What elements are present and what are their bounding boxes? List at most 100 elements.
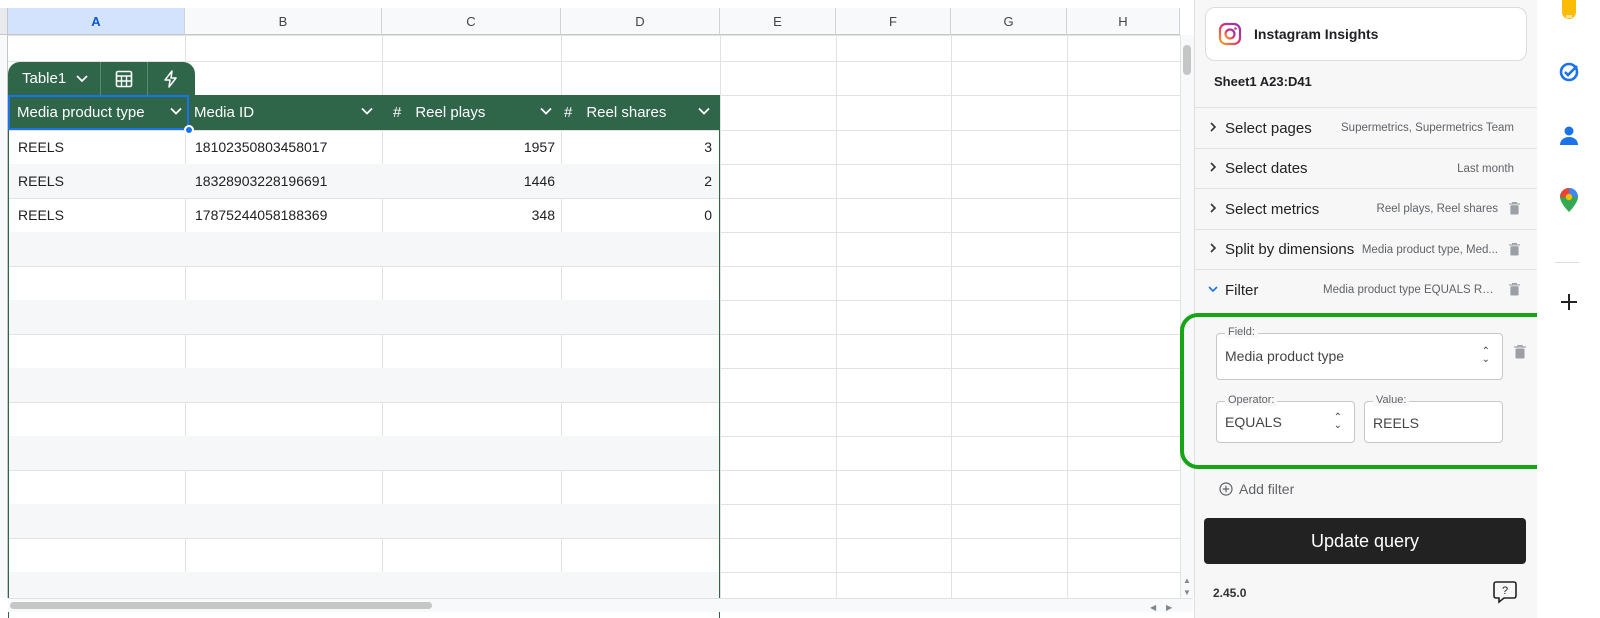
column-header-e[interactable]: E <box>720 8 836 35</box>
add-circle-icon <box>1219 482 1233 496</box>
value-caption: Value: <box>1373 394 1410 406</box>
table-row[interactable] <box>9 402 719 436</box>
table-chip[interactable]: Table1 <box>8 62 195 95</box>
section-value: Media product type EQUALS REELS <box>1323 284 1498 296</box>
column-header-g[interactable]: G <box>951 8 1067 35</box>
value-text: REELS <box>1373 415 1419 431</box>
selection-handle[interactable] <box>184 125 194 135</box>
header-media-id[interactable]: Media ID <box>194 95 383 130</box>
field-caption: Field: <box>1225 326 1258 338</box>
chevron-down-icon[interactable] <box>361 105 373 117</box>
table-row[interactable] <box>9 368 719 402</box>
table-row[interactable] <box>9 232 719 266</box>
table-row[interactable] <box>9 334 719 368</box>
column-label: E <box>773 13 782 29</box>
table-row[interactable] <box>9 470 719 504</box>
table-cell[interactable]: 1446 <box>394 164 555 198</box>
query-section-select-dates[interactable]: Select dates Last month <box>1195 147 1538 189</box>
trash-icon[interactable] <box>1509 242 1520 261</box>
chevron-down-icon[interactable] <box>540 105 552 117</box>
operator-select[interactable]: Operator: EQUALS ⌃ ⌄ <box>1216 394 1355 443</box>
column-header-c[interactable]: C <box>382 8 561 35</box>
tasks-icon[interactable] <box>1558 61 1580 83</box>
spinner-icon: ⌃ ⌄ <box>1481 346 1490 365</box>
section-label: Select metrics <box>1225 200 1320 218</box>
column-label: H <box>1118 13 1128 29</box>
column-gridline <box>836 35 837 598</box>
vertical-scroll-thumb[interactable] <box>1183 45 1191 75</box>
table-cell[interactable]: 348 <box>394 198 555 232</box>
query-section-split-by-dimensions[interactable]: Split by dimensions Media product type, M… <box>1195 228 1538 270</box>
table-cell[interactable]: 0 <box>565 198 712 232</box>
select-all-corner[interactable] <box>0 8 8 35</box>
column-header-d[interactable]: D <box>561 8 720 35</box>
table-cell[interactable]: REELS <box>18 130 188 164</box>
rail-divider <box>1555 262 1579 263</box>
chevron-right-icon <box>1195 241 1225 258</box>
column-label: F <box>889 13 897 29</box>
add-filter-button[interactable]: Add filter <box>1219 481 1294 497</box>
chevron-down-icon <box>1195 282 1225 299</box>
add-icon[interactable] <box>1560 293 1578 311</box>
table-view-button[interactable] <box>100 62 147 95</box>
table-cell[interactable]: REELS <box>18 164 188 198</box>
trash-icon[interactable] <box>1509 201 1520 220</box>
header-label: Reel plays <box>415 104 486 121</box>
table-cell[interactable]: 17875244058188369 <box>195 198 385 232</box>
column-header-a[interactable]: A <box>8 8 185 35</box>
query-section-filter[interactable]: Filter Media product type EQUALS REELS <box>1195 269 1538 310</box>
table-row[interactable] <box>9 538 719 572</box>
horizontal-scroll-thumb[interactable] <box>10 602 432 609</box>
trash-icon[interactable] <box>1514 345 1526 359</box>
table-row[interactable]: REELS 18328903228196691 1446 2 <box>9 164 719 198</box>
help-icon[interactable]: ? <box>1492 580 1518 604</box>
trash-icon[interactable] <box>1509 282 1520 301</box>
table-cell[interactable]: 3 <box>565 130 712 164</box>
scroll-down-arrow[interactable]: ▼ <box>1183 588 1191 597</box>
query-section-select-metrics[interactable]: Select metrics Reel plays, Reel shares <box>1195 188 1538 229</box>
query-section-select-pages[interactable]: Select pages Supermetrics, Supermetrics T… <box>1195 107 1538 148</box>
table-row[interactable] <box>9 266 719 300</box>
value-input[interactable]: Value: REELS <box>1364 394 1503 443</box>
table-cell[interactable]: 2 <box>565 164 712 198</box>
column-label: B <box>278 13 288 29</box>
add-filter-label: Add filter <box>1239 481 1295 497</box>
chevron-right-icon <box>1195 120 1225 137</box>
spreadsheet-grid[interactable]: A B C D E F G H Table1 REELS 181023508034… <box>0 0 1194 618</box>
row-gridline <box>8 35 1180 36</box>
table-row[interactable] <box>9 436 719 470</box>
field-select[interactable]: Field: Media product type ⌃ ⌄ <box>1216 326 1503 380</box>
data-source-card[interactable]: Instagram Insights <box>1205 7 1527 61</box>
number-type-icon: # <box>564 104 573 121</box>
table-name-dropdown[interactable]: Table1 <box>8 70 100 87</box>
header-reel-plays[interactable]: # Reel plays <box>393 95 562 130</box>
maps-icon[interactable] <box>1560 188 1578 212</box>
column-label: C <box>466 13 476 29</box>
header-reel-shares[interactable]: # Reel shares <box>564 95 720 130</box>
table-row[interactable] <box>9 504 719 538</box>
smart-actions-button[interactable] <box>147 62 194 95</box>
table-row[interactable] <box>9 300 719 334</box>
column-header-h[interactable]: H <box>1067 8 1180 35</box>
scroll-right-arrow[interactable]: ▶ <box>1166 603 1172 612</box>
scroll-up-arrow[interactable]: ▲ <box>1183 576 1191 585</box>
table-row[interactable]: REELS 17875244058188369 348 0 <box>9 198 719 232</box>
contacts-icon[interactable] <box>1559 125 1579 147</box>
chevron-right-icon <box>1195 160 1225 177</box>
table-row[interactable]: REELS 18102350803458017 1957 3 <box>9 130 719 164</box>
table-cell[interactable]: 18328903228196691 <box>195 164 385 198</box>
column-header-b[interactable]: B <box>185 8 382 35</box>
row-header-strip[interactable] <box>0 35 8 598</box>
header-label: Reel shares <box>586 104 667 121</box>
chevron-down-icon[interactable] <box>698 105 710 117</box>
update-query-button[interactable]: Update query <box>1204 518 1526 564</box>
table-cell[interactable]: REELS <box>18 198 188 232</box>
column-header-f[interactable]: F <box>836 8 951 35</box>
scroll-left-arrow[interactable]: ◀ <box>1150 603 1156 612</box>
table-cell[interactable]: 18102350803458017 <box>195 130 385 164</box>
field-value: Media product type <box>1225 348 1345 364</box>
column-gridline <box>720 35 721 598</box>
section-value: Media product type, Med... <box>1361 243 1498 256</box>
keep-icon[interactable] <box>1560 0 1578 20</box>
table-cell[interactable]: 1957 <box>394 130 555 164</box>
